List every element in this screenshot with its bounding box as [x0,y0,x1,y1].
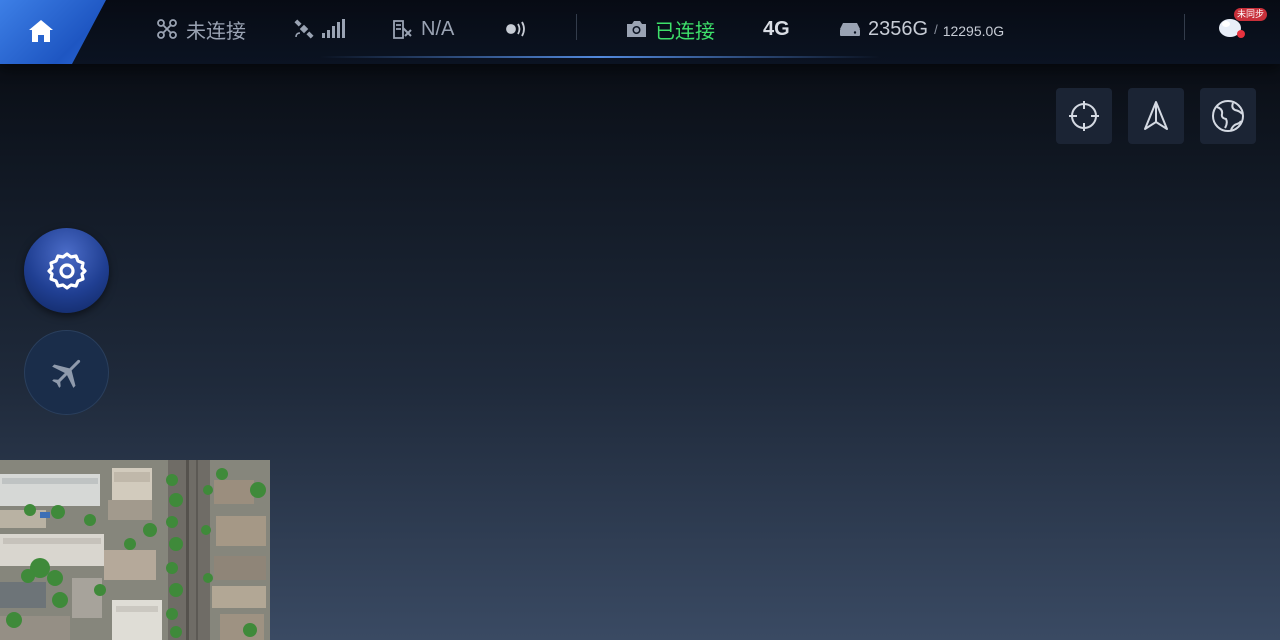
globe-icon [1212,100,1244,132]
transmission-status [505,14,537,44]
drone-icon [156,18,178,40]
map-layer-button[interactable] [1200,88,1256,144]
header-divider-right [1184,14,1185,40]
airplane-icon [51,359,80,388]
storage-icon [840,21,860,37]
camera-icon [625,19,647,39]
top-status-bar: 未连接 N/A 已连接 4G 2356G / 12295.0G 未同步 [0,0,1280,64]
flight-button[interactable] [24,330,109,415]
gps-status [293,14,353,44]
rtk-icon [391,18,413,40]
satellite-minimap[interactable] [0,460,270,640]
north-button[interactable] [1128,88,1184,144]
home-icon [29,20,53,42]
rtk-status: N/A [391,14,454,44]
signal-bars-icon [321,19,345,39]
sync-status-badge: 未同步 [1234,8,1268,21]
locate-button[interactable] [1056,88,1112,144]
drone-connection-status: 未连接 [156,14,246,44]
crosshair-icon [1069,101,1099,131]
home-button[interactable] [0,0,106,64]
camera-status-text: 已连接 [655,20,715,43]
header-divider [576,14,577,40]
transmission-icon [505,19,529,39]
storage-used: 2356G [868,17,929,40]
storage-status: 2356G / 12295.0G [840,14,1004,44]
storage-total: 12295.0G [942,23,1005,39]
storage-separator: / [934,21,938,37]
satellite-map-image [0,460,270,640]
satellite-icon [293,18,315,40]
settings-button[interactable] [24,228,109,313]
navigation-arrow-icon [1144,101,1168,130]
rtk-value: N/A [421,17,455,40]
gear-icon [46,251,87,290]
topbar-glow-line [320,56,880,58]
drone-status-text: 未连接 [186,20,246,43]
network-label: 4G [763,17,790,40]
network-status: 4G [763,14,790,44]
camera-connection-status: 已连接 [625,14,715,44]
